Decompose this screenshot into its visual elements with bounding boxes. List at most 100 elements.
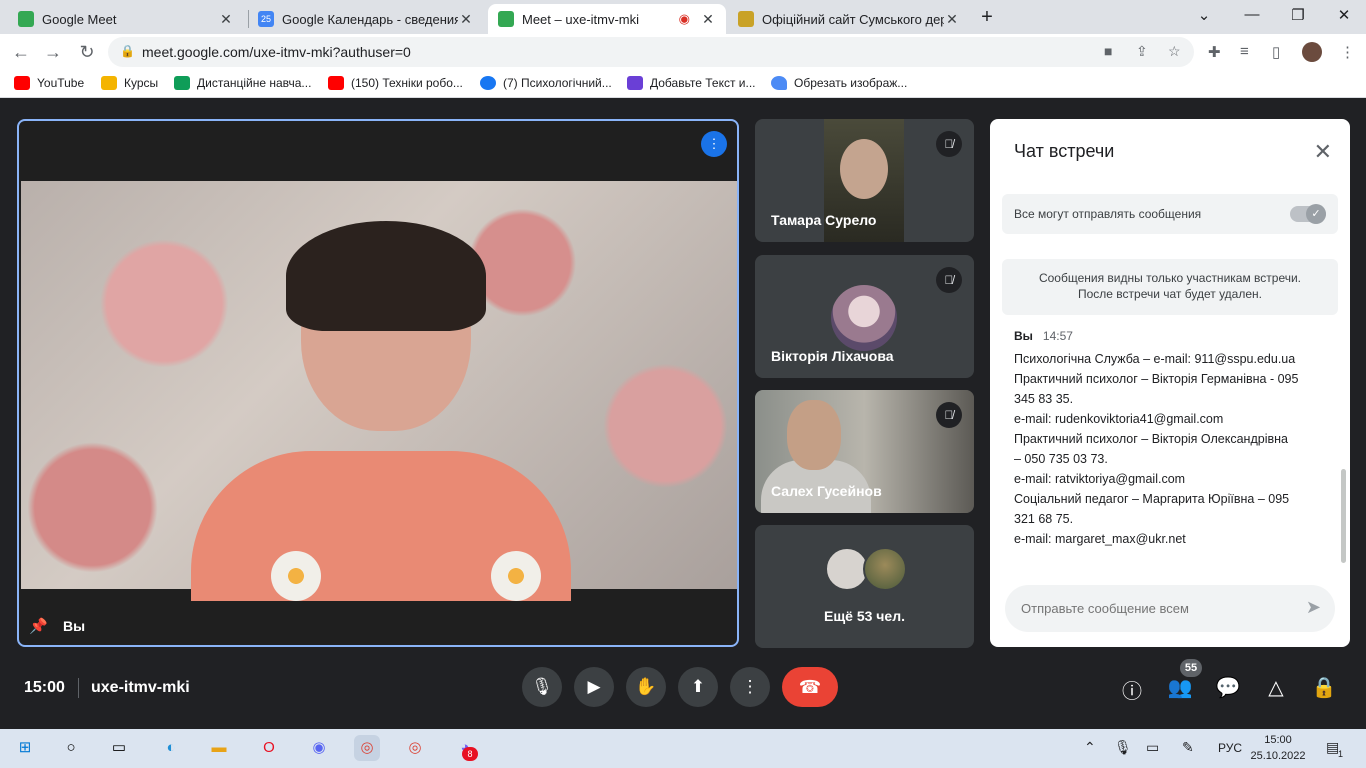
message-line: Психологічна Служба – e-mail: 911@sspu.e…: [1014, 352, 1296, 366]
forward-icon[interactable]: →: [42, 42, 64, 63]
speaking-indicator-icon: ⋮: [701, 131, 727, 157]
browser-menu-icon[interactable]: ⋮: [1340, 43, 1355, 61]
more-options-button[interactable]: ⋮: [730, 667, 770, 707]
participant-tile[interactable]: 🎙̸ Тамара Сурело: [755, 119, 974, 242]
chat-scrollbar[interactable]: [1341, 469, 1346, 563]
close-tab-icon[interactable]: ✕: [700, 11, 716, 28]
chat-notice-line: Сообщения видны только участникам встреч…: [1038, 271, 1302, 285]
bookmark-distance-learning[interactable]: Дистанційне навча...: [174, 76, 311, 90]
edge-icon[interactable]: ◐: [158, 735, 184, 761]
chrome-icon[interactable]: ◎: [354, 735, 380, 761]
tab-search-icon[interactable]: ⌄: [1192, 6, 1216, 24]
pen-icon[interactable]: ✎: [1182, 739, 1194, 756]
classroom-icon: [174, 76, 190, 90]
reload-icon[interactable]: ↻: [76, 42, 98, 63]
chat-message-input[interactable]: [1021, 598, 1281, 618]
share-icon[interactable]: ⇪: [1136, 43, 1148, 60]
meet-favicon-icon: [18, 11, 34, 27]
host-controls-icon[interactable]: 🔒: [1310, 675, 1338, 700]
back-icon[interactable]: ←: [10, 42, 32, 63]
search-icon[interactable]: ○: [58, 735, 84, 761]
camera-icon: ▶: [587, 677, 601, 696]
microphone-button[interactable]: 🎙: [522, 667, 562, 707]
file-explorer-icon[interactable]: ▬: [206, 735, 232, 761]
activities-icon[interactable]: △: [1262, 675, 1290, 700]
youtube-icon: [328, 76, 344, 90]
microphone-tray-icon[interactable]: 🎙: [1114, 739, 1132, 756]
bookmark-techniques[interactable]: (150) Техніки робо...: [328, 76, 463, 90]
shield-icon: [627, 76, 643, 90]
participant-tile[interactable]: 🎙̸ Вікторія Ліхачова: [755, 255, 974, 378]
camera-indicator-icon[interactable]: ■: [1104, 43, 1112, 59]
allow-messages-setting: Все могут отправлять сообщения ✓: [1002, 194, 1338, 234]
opera-icon[interactable]: O: [256, 735, 282, 761]
bookmark-label: Курсы: [124, 76, 159, 90]
message-line: – 050 735 03 73.: [1014, 452, 1108, 466]
battery-icon[interactable]: ▭: [1146, 739, 1159, 756]
site-favicon-icon: [738, 11, 754, 27]
task-view-icon[interactable]: ▭: [106, 735, 132, 761]
message-line: Соціальний педагог – Маргарита Юріївна –…: [1014, 492, 1290, 506]
check-icon[interactable]: ✓: [1306, 204, 1326, 224]
chat-icon[interactable]: 💬: [1214, 675, 1242, 700]
close-tab-icon[interactable]: ✕: [944, 11, 960, 28]
participant-name: Салех Гусейнов: [771, 483, 882, 499]
message-author: Вы: [1014, 329, 1033, 343]
tray-clock[interactable]: 15:00 25.10.2022: [1250, 732, 1306, 764]
tab-google-meet[interactable]: Google Meet ✕: [8, 4, 244, 34]
main-video-tile[interactable]: ⋮ 📌 Вы: [17, 119, 739, 647]
bookmark-courses[interactable]: Курсы: [101, 76, 158, 90]
raise-hand-button[interactable]: ✋: [626, 667, 666, 707]
meeting-clock: 15:00: [24, 679, 65, 696]
lock-icon[interactable]: 🔒: [120, 44, 135, 58]
bookmark-youtube[interactable]: YouTube: [14, 76, 84, 90]
bookmark-psychology[interactable]: (7) Психологічний...: [480, 76, 612, 90]
chat-title: Чат встречи: [1014, 141, 1115, 161]
shirt-flower: [491, 551, 541, 601]
heart-icon: [771, 76, 787, 90]
media-control-icon[interactable]: ≡: [1240, 43, 1249, 60]
bookmark-star-icon[interactable]: ☆: [1168, 43, 1181, 60]
camera-button[interactable]: ▶: [574, 667, 614, 707]
chat-input-box[interactable]: ➤: [1005, 585, 1335, 632]
facebook-icon: [480, 76, 496, 90]
youtube-icon: [14, 76, 30, 90]
discord-icon[interactable]: ◉: [306, 735, 332, 761]
more-participants-tile[interactable]: Ещё 53 чел.: [755, 525, 974, 648]
people-icon[interactable]: 👥: [1166, 675, 1194, 700]
message-header: Вы 14:57: [1014, 329, 1073, 343]
close-tab-icon[interactable]: ✕: [458, 11, 474, 28]
tab-title: Meet – uxe-itmv-mki: [522, 11, 640, 27]
courses-icon: [101, 76, 117, 90]
end-call-button[interactable]: ☎: [782, 667, 838, 707]
participant-name: Вікторія Ліхачова: [771, 348, 894, 364]
side-panel-icon[interactable]: ▯: [1272, 43, 1280, 61]
minimize-button[interactable]: —: [1240, 6, 1264, 23]
tab-google-calendar[interactable]: 25 Google Календарь - сведения о ✕: [248, 4, 484, 34]
window-close-button[interactable]: ✕: [1332, 6, 1356, 24]
address-bar[interactable]: 🔒 meet.google.com/uxe-itmv-mki?authuser=…: [108, 37, 1194, 67]
new-tab-button[interactable]: +: [975, 6, 999, 29]
bookmark-add-text[interactable]: Добавьте Текст и...: [627, 76, 756, 90]
bookmark-crop-image[interactable]: Обрезать изображ...: [771, 76, 907, 90]
chrome-icon[interactable]: ◎: [402, 735, 428, 761]
chevron-up-icon[interactable]: ⌃: [1084, 739, 1096, 756]
send-icon[interactable]: ➤: [1306, 597, 1321, 618]
participant-tile[interactable]: 🎙̸ Салех Гусейнов: [755, 390, 974, 513]
windows-start-icon[interactable]: ⊞: [12, 735, 38, 761]
meeting-info-icon[interactable]: ⓘ: [1118, 675, 1146, 704]
present-button[interactable]: ⬆: [678, 667, 718, 707]
tab-meet-active[interactable]: Meet – uxe-itmv-mki ◉ ✕: [488, 4, 726, 34]
url-text[interactable]: meet.google.com/uxe-itmv-mki?authuser=0: [142, 44, 411, 60]
speaker-figure: [191, 221, 571, 601]
close-icon[interactable]: ✕: [1314, 139, 1332, 165]
hand-icon: ✋: [635, 677, 657, 696]
bookmark-label: Дистанційне навча...: [197, 76, 312, 90]
pin-icon[interactable]: 📌: [29, 617, 48, 635]
extensions-icon[interactable]: ✚: [1208, 43, 1221, 61]
input-language[interactable]: РУС: [1218, 741, 1242, 755]
restore-button[interactable]: ❐: [1286, 6, 1310, 24]
profile-avatar[interactable]: [1302, 42, 1322, 62]
tab-official-site[interactable]: Офіційний сайт Сумського держ ✕: [728, 4, 970, 34]
close-tab-icon[interactable]: ✕: [218, 11, 234, 28]
